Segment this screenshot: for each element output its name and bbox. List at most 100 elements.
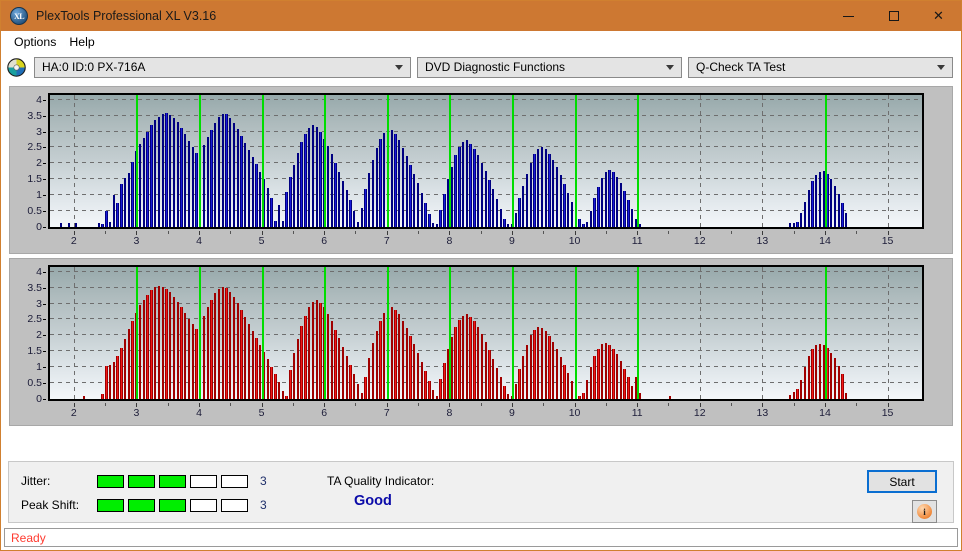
y-axis-tick [43,179,46,180]
y-axis-tick-label: 1 [36,189,42,201]
chart-bar [368,358,370,399]
chart-bar [270,198,272,227]
x-axis-tick-label: 2 [71,235,77,247]
chart-bar [113,195,115,227]
chart-bar [477,155,479,227]
minimize-button[interactable] [826,1,871,31]
chart-bar [496,199,498,227]
chart-bar [105,211,107,227]
marker-line [387,267,389,399]
chart-bar [218,117,220,227]
menu-item-options[interactable]: Options [9,33,64,51]
x-axis-minor-tick [731,231,732,234]
menu-item-help[interactable]: Help [64,33,102,51]
marker-line [449,267,451,399]
chart-bar [398,314,400,399]
chart-bar [590,367,592,399]
chart-bar [834,186,836,227]
chart-bar [342,347,344,399]
chart-bar [255,164,257,227]
info-button[interactable]: i [912,500,937,523]
chart-bar [316,127,318,228]
selector-toolbar: HA:0 ID:0 PX-716A DVD Diagnostic Functio… [1,52,961,82]
chart-bar [300,142,302,227]
x-axis-tick [387,231,388,235]
x-axis-tick-label: 6 [321,407,327,419]
chart-bar [567,193,569,227]
test-select[interactable]: Q-Check TA Test [688,57,953,78]
chart-bar [533,154,535,227]
chart-bar [522,186,524,227]
x-axis-minor-tick [418,231,419,234]
chart-bar [131,162,133,227]
x-axis-minor-tick [543,403,544,406]
chart-bar [274,221,276,227]
y-axis-tick-label: 2 [36,157,42,169]
y-axis-tick-label: 3.5 [27,110,42,122]
function-select[interactable]: DVD Diagnostic Functions [417,57,682,78]
chart-bar [605,343,607,399]
marker-line [825,95,827,227]
jitter-value: 3 [260,474,267,488]
chart-bar [334,163,336,227]
chart-bar [500,209,502,227]
x-axis-tick [512,403,513,407]
peak-shift-chart-x-axis: 23456789101112131415 [48,403,924,423]
chart-bar [436,224,438,227]
chart-bar [376,148,378,227]
meter-segment [159,499,186,512]
chart-bar [421,193,423,227]
x-axis-tick-label: 14 [819,407,831,419]
window-controls: ✕ [826,1,961,31]
charts-area: 00.511.522.533.54 23456789101112131415 0… [1,82,961,426]
x-axis-tick [199,403,200,407]
chart-bar [252,157,254,227]
chart-bar [601,178,603,227]
chart-bar [439,379,441,399]
marker-line [575,95,577,227]
chart-bar [278,382,280,399]
chart-bar [304,134,306,228]
x-axis-tick-label: 13 [757,235,769,247]
chart-bar [248,324,250,399]
marker-line [199,95,201,227]
x-axis-tick [199,231,200,235]
chart-bar [612,172,614,227]
chart-bar [244,143,246,227]
chart-bar [154,120,156,228]
x-axis-minor-tick [794,231,795,234]
chart-bar [177,122,179,227]
y-axis-tick [43,288,46,289]
x-axis-minor-tick [543,231,544,234]
chart-bar [443,194,445,227]
chart-bar [623,191,625,227]
x-axis-minor-tick [230,231,231,234]
start-button[interactable]: Start [867,470,937,493]
chart-bar [462,142,464,227]
chart-bar [608,345,610,399]
chart-bar [278,205,280,227]
chart-bar [75,223,77,227]
x-axis-tick-label: 7 [384,235,390,247]
marker-line [575,267,577,399]
chart-bar [353,374,355,399]
chart-bar [391,130,393,227]
chart-bar [793,223,795,227]
chart-bar [394,134,396,227]
chart-bar [293,165,295,227]
chart-bar [409,336,411,399]
y-axis-tick [43,116,46,117]
y-axis-tick-label: 1.5 [27,173,42,185]
x-axis-minor-tick [481,231,482,234]
chart-bar [481,334,483,399]
x-axis-tick [136,231,137,235]
chart-bar [391,307,393,399]
chart-bar [548,154,550,227]
x-axis-tick [324,403,325,407]
drive-select[interactable]: HA:0 ID:0 PX-716A [34,57,411,78]
info-icon: i [917,504,932,519]
chart-bar [316,300,318,399]
x-axis-tick-label: 15 [882,235,894,247]
close-button[interactable]: ✕ [916,1,961,31]
maximize-button[interactable] [871,1,916,31]
